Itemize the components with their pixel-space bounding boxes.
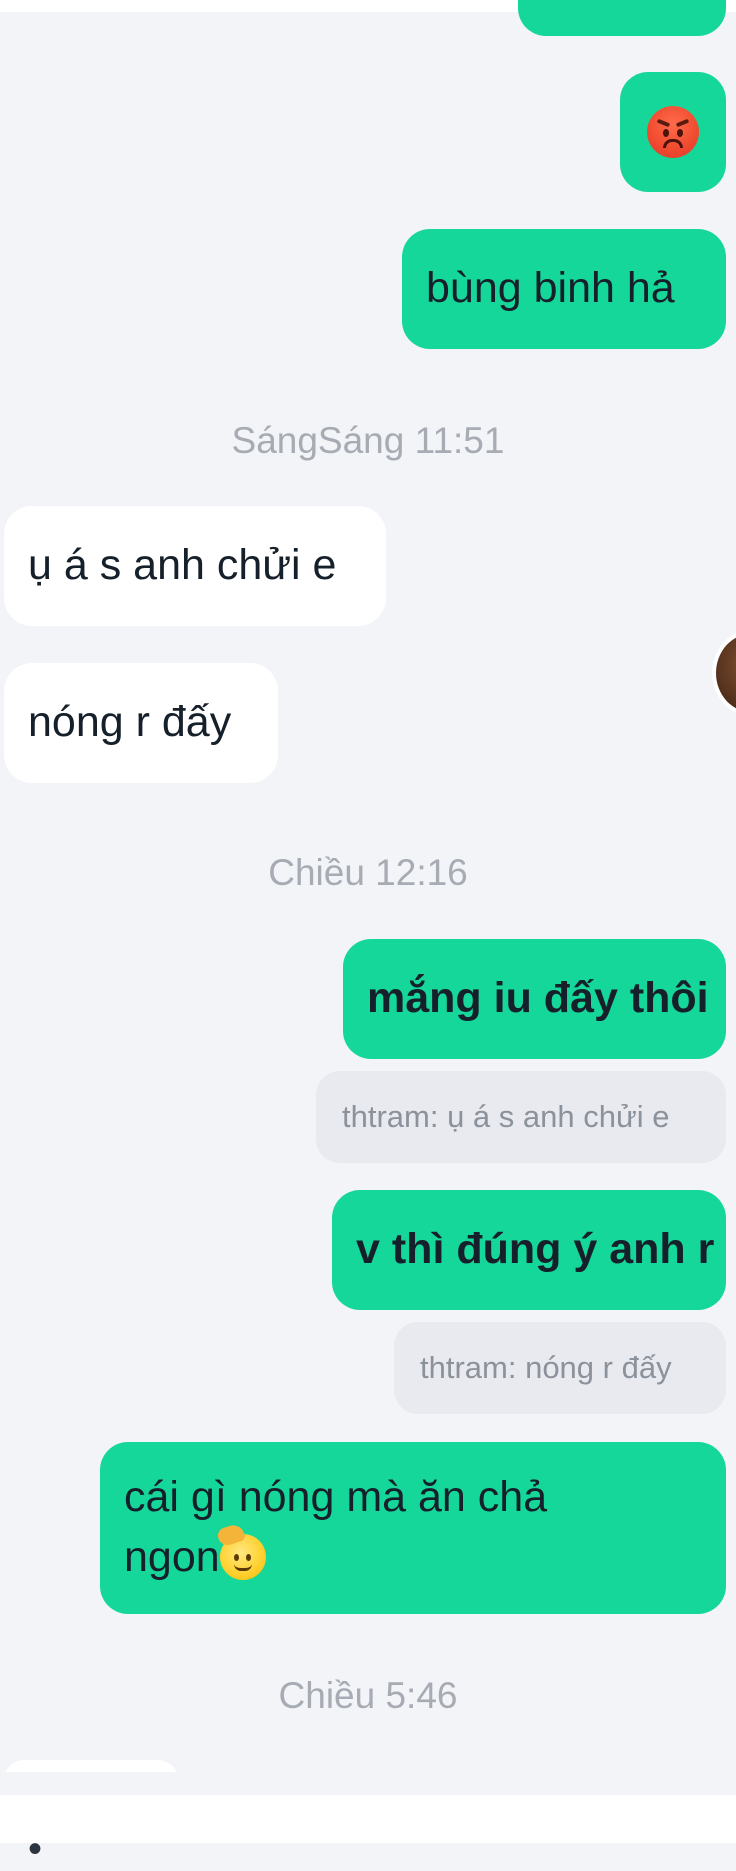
message-text: v thì đúng ý anh r: [356, 1225, 715, 1273]
message-composer[interactable]: •: [0, 1795, 736, 1869]
message-bubble-sent[interactable]: cái gì nóng mà ăn chả ngon: [100, 1442, 726, 1614]
timestamp-divider: SángSáng 11:51: [231, 420, 505, 461]
saluting-face-icon: [215, 1522, 266, 1580]
message-text: ngon: [124, 1533, 220, 1581]
timestamp-divider: Chiều 5:46: [278, 1675, 458, 1716]
message-bubble-received[interactable]: ụ á s anh chửi e: [4, 506, 386, 626]
message-text: nóng r đấy: [28, 698, 232, 746]
message-bubble-sent-partial[interactable]: [518, 0, 726, 36]
message-bubble-received-partial[interactable]: [4, 1760, 178, 1772]
message-text: bùng binh hả: [426, 264, 675, 312]
reply-quote[interactable]: thtram: ụ á s anh chửi e: [316, 1071, 726, 1163]
message-bubble-sent[interactable]: bùng binh hả: [402, 229, 726, 349]
message-bubble-sent[interactable]: mắng iu đấy thôi: [343, 939, 726, 1059]
message-bubble-received[interactable]: nóng r đấy: [4, 663, 278, 783]
timestamp-divider: Chiều 12:16: [268, 852, 468, 893]
contact-avatar[interactable]: [712, 630, 736, 716]
reply-quote[interactable]: thtram: nóng r đấy: [394, 1322, 726, 1414]
message-text: ụ á s anh chửi e: [28, 541, 337, 589]
message-bubble-sent[interactable]: v thì đúng ý anh r: [332, 1190, 726, 1310]
angry-face-icon: [647, 106, 699, 158]
quote-text: thtram: ụ á s anh chửi e: [342, 1099, 670, 1134]
quote-text: thtram: nóng r đấy: [420, 1350, 672, 1385]
message-text-line-2: ngon: [124, 1522, 702, 1587]
message-text-line: cái gì nóng mà ăn chả: [124, 1473, 548, 1521]
chat-thread[interactable]: bùng binh hả SángSáng 11:51 ụ á s anh ch…: [0, 0, 736, 1772]
composer-text-partial: •: [28, 1827, 43, 1871]
message-text: mắng iu đấy thôi: [367, 974, 709, 1022]
message-bubble-sent-emoji[interactable]: [620, 72, 726, 192]
